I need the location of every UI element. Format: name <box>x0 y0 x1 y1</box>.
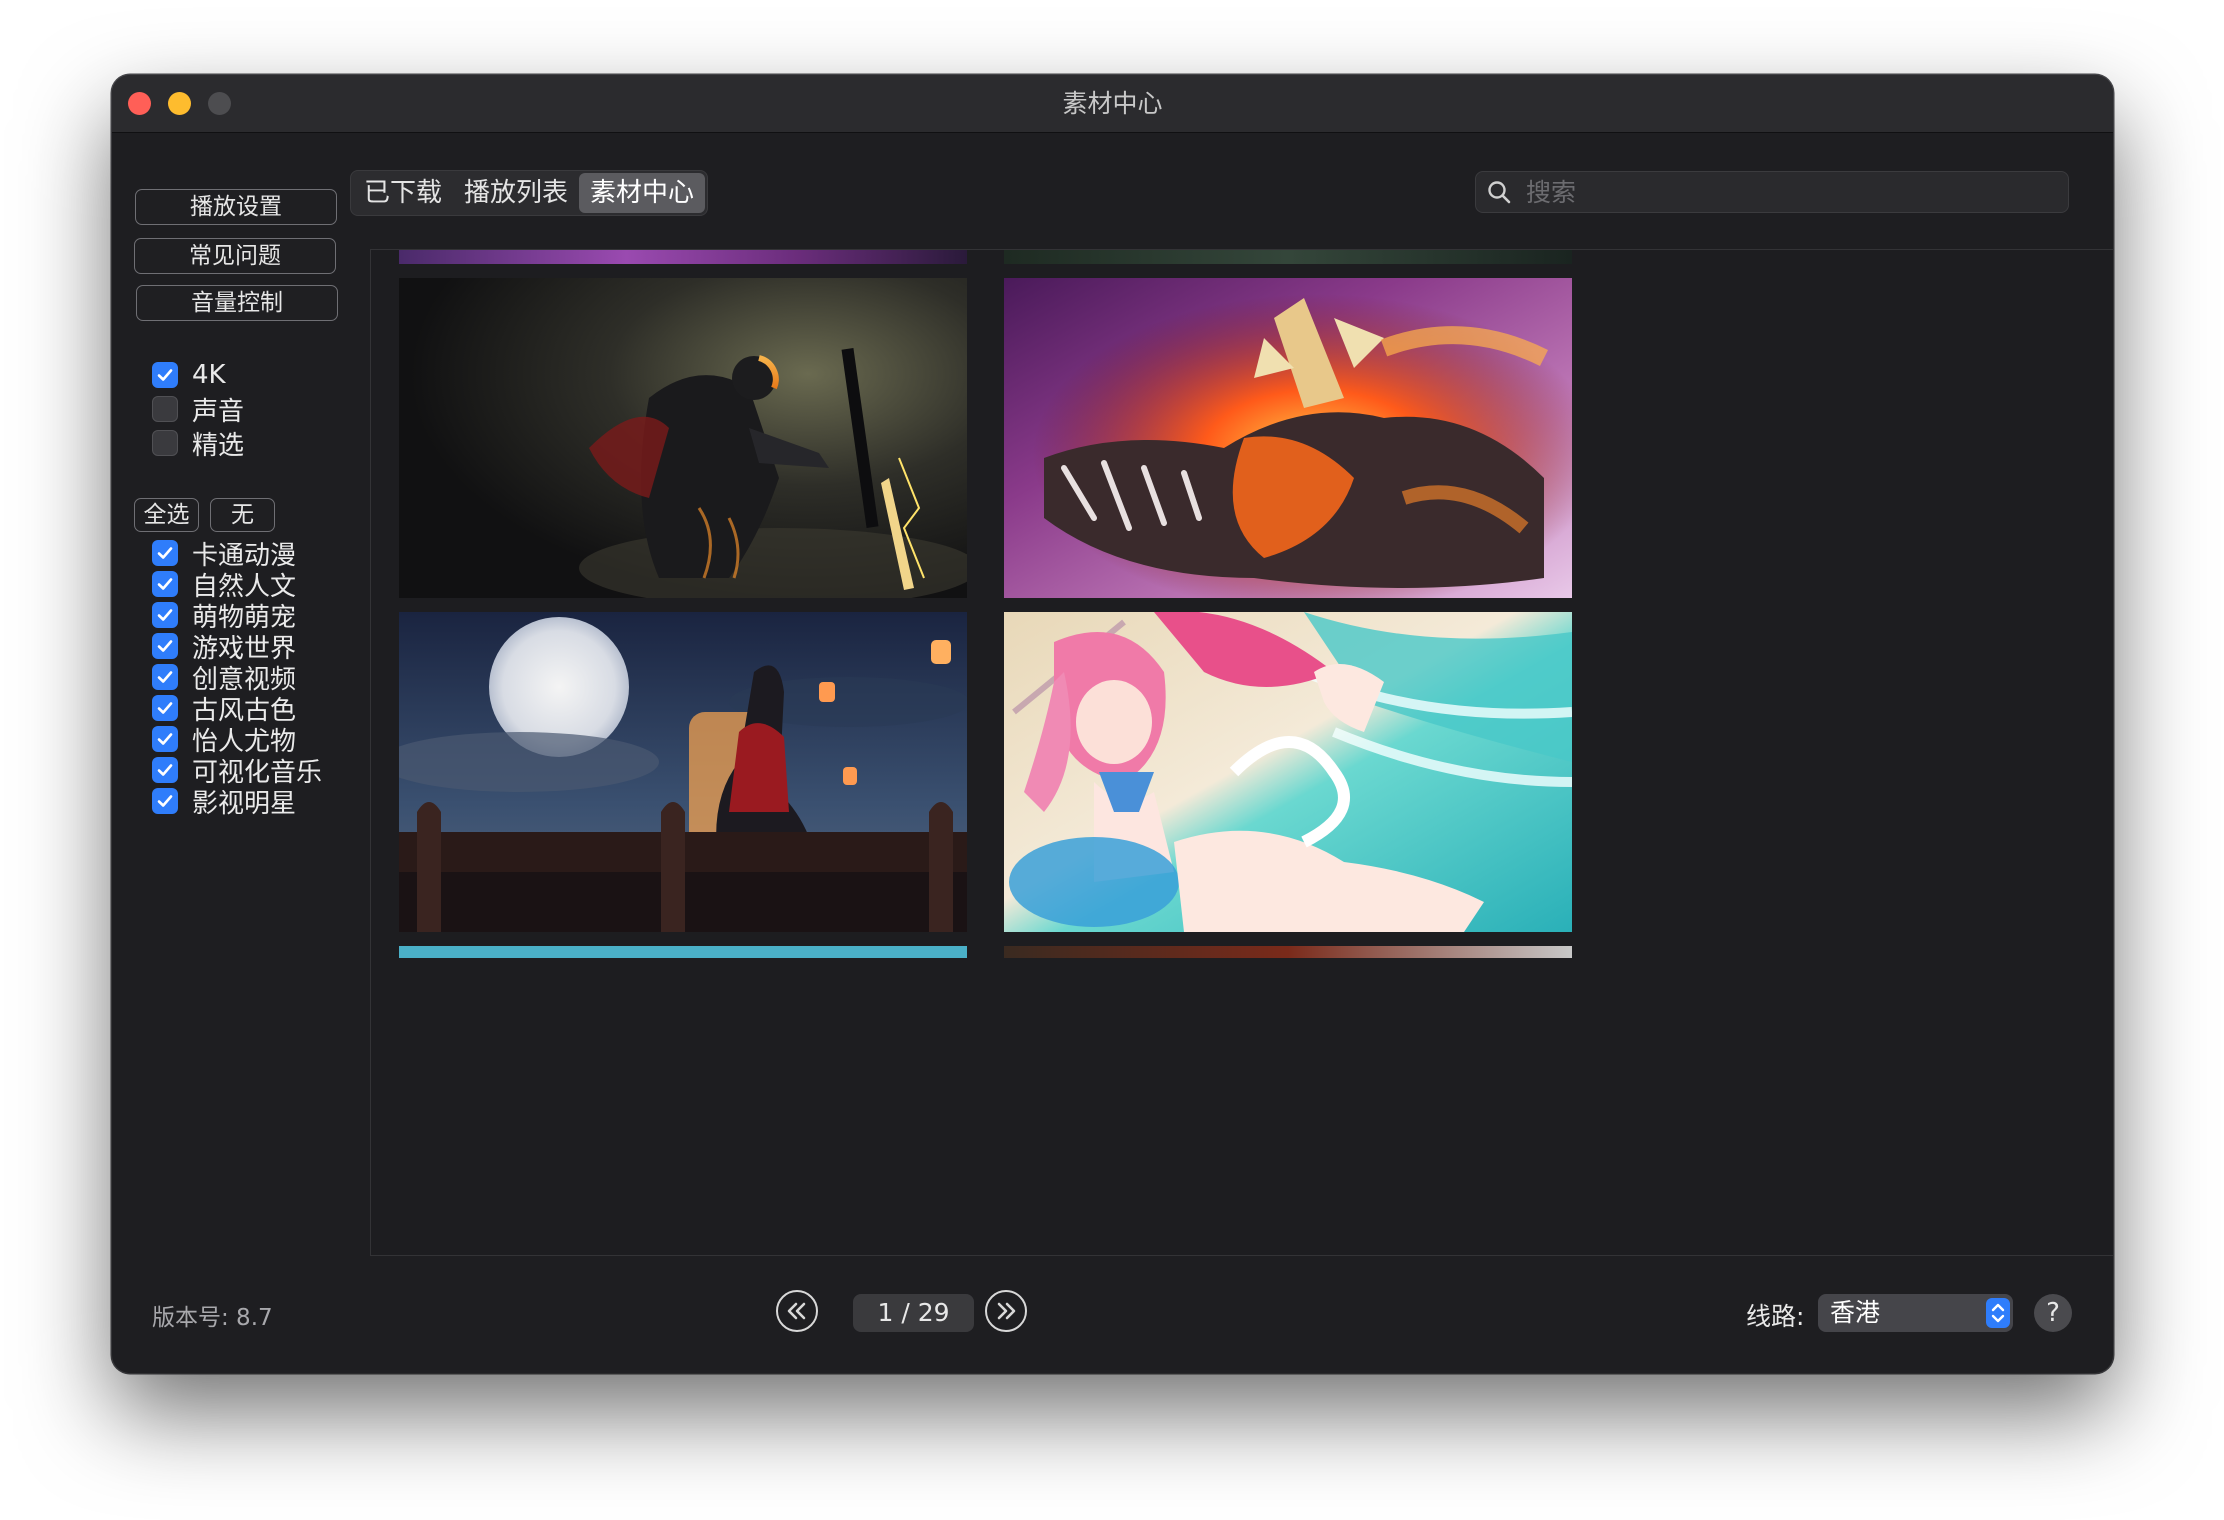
up-down-chevron-icon <box>1986 1298 2010 1328</box>
help-button[interactable]: ? <box>2034 1294 2072 1332</box>
filter-sound[interactable]: 声音 <box>152 391 244 427</box>
category-label: 影视明星 <box>192 788 297 819</box>
route-value: 香港 <box>1830 1298 1881 1327</box>
thumbnail-partial-bottom-right[interactable] <box>1004 946 1572 958</box>
select-none-button[interactable]: 无 <box>210 498 275 532</box>
search-input[interactable] <box>1526 172 2046 212</box>
thumbnail-partial-top-left[interactable] <box>399 250 967 264</box>
checkmark-icon <box>157 609 173 621</box>
wallpaper-grid <box>370 249 2113 1256</box>
thumbnail-anime-beach-girl[interactable] <box>1004 612 1572 932</box>
checkbox-sound[interactable] <box>152 396 178 422</box>
thumbnail-partial-bottom-left[interactable] <box>399 946 967 958</box>
thumbnail-dark-knight[interactable] <box>399 278 967 598</box>
checkmark-icon <box>157 640 173 652</box>
checkbox-4k[interactable] <box>152 362 178 388</box>
checkbox-category[interactable] <box>152 540 178 566</box>
faq-button[interactable]: 常见问题 <box>134 238 336 274</box>
version-label: 版本号: 8.7 <box>152 1305 273 1331</box>
route-select[interactable]: 香港 <box>1818 1294 2013 1332</box>
checkbox-category[interactable] <box>152 788 178 814</box>
checkbox-featured[interactable] <box>152 430 178 456</box>
double-chevron-left-icon <box>787 1302 806 1320</box>
checkmark-icon <box>157 578 173 590</box>
prev-page-button[interactable] <box>776 1290 818 1332</box>
next-page-button[interactable] <box>985 1290 1027 1332</box>
checkmark-icon <box>157 795 173 807</box>
checkbox-category[interactable] <box>152 664 178 690</box>
checkbox-category[interactable] <box>152 695 178 721</box>
checkbox-category[interactable] <box>152 602 178 628</box>
playback-settings-button[interactable]: 播放设置 <box>135 189 337 225</box>
thumbnail-partial-top-right[interactable] <box>1004 250 1572 264</box>
checkmark-icon <box>157 547 173 559</box>
checkmark-icon <box>157 702 173 714</box>
route-label: 线路: <box>1746 1302 1805 1331</box>
filter-4k[interactable]: 4K <box>152 357 226 393</box>
volume-control-button[interactable]: 音量控制 <box>136 285 338 321</box>
search-icon <box>1488 181 1511 204</box>
select-all-button[interactable]: 全选 <box>134 498 199 532</box>
tab-downloaded[interactable]: 已下载 <box>353 173 453 213</box>
title-bar: 素材中心 <box>112 75 2113 133</box>
app-window: 素材中心 已下载 播放列表 素材中心 播放设置 常见问题 音量控制 4K 声音 … <box>112 75 2113 1373</box>
window-title: 素材中心 <box>1062 89 1163 118</box>
checkbox-category[interactable] <box>152 757 178 783</box>
tab-material-center[interactable]: 素材中心 <box>579 173 706 213</box>
checkbox-category[interactable] <box>152 726 178 752</box>
category-film-stars[interactable]: 影视明星 <box>152 783 296 819</box>
checkbox-category[interactable] <box>152 633 178 659</box>
checkmark-icon <box>157 764 173 776</box>
view-tabs: 已下载 播放列表 素材中心 <box>350 170 709 216</box>
filter-label: 声音 <box>192 396 245 427</box>
checkmark-icon <box>157 671 173 683</box>
double-chevron-right-icon <box>997 1302 1016 1320</box>
checkbox-category[interactable] <box>152 571 178 597</box>
thumbnail-moon-warrior[interactable] <box>399 612 967 932</box>
checkmark-icon <box>157 369 173 381</box>
checkmark-icon <box>157 733 173 745</box>
thumbnail-fire-dragon[interactable] <box>1004 278 1572 598</box>
page-indicator: 1 / 29 <box>853 1294 974 1332</box>
filter-featured[interactable]: 精选 <box>152 425 244 461</box>
filter-label: 精选 <box>192 430 245 461</box>
filter-label: 4K <box>192 360 226 390</box>
tab-playlist[interactable]: 播放列表 <box>453 173 579 213</box>
search-box[interactable] <box>1475 171 2069 213</box>
